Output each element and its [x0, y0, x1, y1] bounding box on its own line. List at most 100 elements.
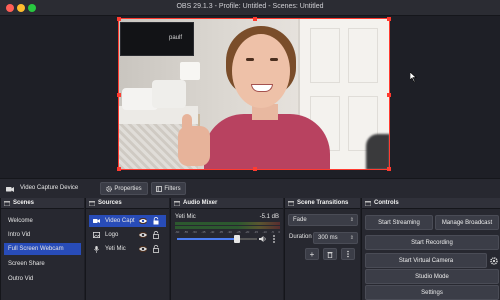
audio-mixer-dock-header: Audio Mixer — [171, 198, 283, 209]
video-person-shirt — [204, 114, 330, 170]
camera-icon — [93, 218, 100, 224]
mixer-level-db: -5.1 dB — [259, 214, 279, 220]
meter-scale-tick: -30 — [227, 230, 232, 234]
visibility-eye-icon[interactable] — [139, 246, 147, 252]
visibility-eye-icon[interactable] — [139, 232, 147, 238]
scene-item-screen-share[interactable]: Screen Share — [4, 258, 81, 270]
meter-scale-tick: -35 — [218, 230, 224, 234]
filters-button[interactable]: Filters — [151, 182, 186, 195]
source-toolbar: Video Capture Device Properties Filters — [0, 178, 500, 198]
source-label: Yeti Mic — [105, 246, 126, 252]
webcam-video-frame[interactable]: paulf — [118, 18, 390, 170]
meter-scale-tick: -15 — [253, 230, 259, 234]
filters-label: Filters — [164, 185, 181, 192]
filter-icon — [156, 185, 163, 192]
transition-type-select[interactable]: Fade ⇕ — [288, 214, 358, 226]
meter-scale-tick: -60 — [175, 230, 180, 234]
lock-icon[interactable] — [153, 217, 159, 225]
more-options-icon[interactable] — [271, 234, 277, 244]
plus-icon: + — [309, 249, 315, 259]
gear-icon — [490, 256, 498, 265]
controls-dock: Controls Start Streaming Manage Broadcas… — [361, 198, 500, 300]
duration-label: Duration — [289, 234, 312, 240]
meter-scale-tick: -40 — [210, 230, 215, 234]
start-virtual-camera-button[interactable]: Start Virtual Camera — [365, 253, 487, 268]
scene-item-welcome[interactable]: Welcome — [4, 215, 81, 227]
volume-meter — [175, 222, 280, 225]
source-item-video-capture[interactable]: Video Capt — [89, 215, 166, 227]
sources-dock-header: Sources — [86, 198, 169, 209]
meter-scale-tick: 0 — [278, 230, 280, 234]
scene-item-outro-vid[interactable]: Outro Vid — [4, 273, 81, 285]
manage-broadcast-button[interactable]: Manage Broadcast — [435, 215, 499, 230]
volume-fader-handle[interactable] — [234, 235, 240, 243]
scene-item-intro-vid[interactable]: Intro Vid — [4, 229, 81, 241]
meter-scale-tick: -20 — [245, 230, 250, 234]
video-lamp — [180, 62, 200, 80]
dock-grip-icon[interactable] — [174, 201, 180, 206]
updown-arrows-icon: ⇕ — [349, 217, 354, 223]
speaker-icon[interactable] — [259, 235, 267, 243]
meter-scale-tick: -50 — [192, 230, 197, 234]
sources-dock: Sources Video Capt Logo Yeti Mic — [85, 198, 169, 300]
virtual-camera-settings-button[interactable] — [489, 253, 499, 268]
scenes-title: Scenes — [13, 200, 35, 206]
controls-title: Controls — [374, 200, 399, 206]
lock-icon[interactable] — [153, 231, 159, 239]
mouse-cursor-icon — [410, 72, 418, 82]
more-options-icon — [346, 250, 350, 258]
gear-icon — [106, 185, 113, 192]
dock-grip-icon[interactable] — [4, 201, 10, 206]
volume-fader-fill — [177, 238, 237, 240]
camera-icon — [6, 185, 14, 193]
remove-transition-button[interactable] — [323, 248, 337, 260]
volume-meter — [175, 226, 280, 229]
image-icon — [93, 232, 100, 238]
sources-title: Sources — [98, 200, 122, 206]
transition-options-button[interactable] — [341, 248, 355, 260]
updown-arrows-icon: ⇕ — [349, 235, 354, 241]
visibility-eye-icon[interactable] — [139, 218, 147, 224]
audio-mixer-dock: Audio Mixer Yeti Mic -5.1 dB -60 -55 -50 -4… — [170, 198, 283, 300]
scene-transitions-dock-header: Scene Transitions — [285, 198, 360, 209]
scene-transitions-title: Scene Transitions — [297, 200, 349, 206]
microphone-icon — [93, 246, 100, 253]
duration-value: 300 ms — [318, 235, 338, 241]
dock-grip-icon[interactable] — [365, 201, 371, 206]
start-recording-button[interactable]: Start Recording — [365, 235, 499, 250]
scene-transitions-dock: Scene Transitions Fade ⇕ Duration 300 ms… — [284, 198, 360, 300]
trash-icon — [327, 251, 333, 258]
studio-mode-button[interactable]: Studio Mode — [365, 269, 499, 284]
source-item-logo[interactable]: Logo — [89, 229, 166, 241]
audio-mixer-title: Audio Mixer — [183, 200, 218, 206]
video-tv: paulf — [120, 22, 194, 56]
dock-grip-icon[interactable] — [89, 201, 95, 206]
scenes-dock-header: Scenes — [1, 198, 84, 209]
scene-item-full-screen-webcam[interactable]: Full Screen Webcam — [4, 243, 81, 255]
add-transition-button[interactable]: + — [305, 248, 319, 260]
selected-source-name: Video Capture Device — [20, 185, 79, 191]
dock-grip-icon[interactable] — [288, 201, 294, 206]
start-streaming-button[interactable]: Start Streaming — [365, 215, 433, 230]
video-microphone — [366, 134, 390, 170]
duration-spinbox[interactable]: 300 ms ⇕ — [313, 232, 358, 244]
lock-icon[interactable] — [153, 245, 159, 253]
source-label: Logo — [105, 232, 119, 238]
controls-dock-header: Controls — [362, 198, 500, 209]
preview-area[interactable]: paulf — [0, 16, 500, 178]
meter-scale-tick: -25 — [236, 230, 241, 234]
transition-type-value: Fade — [293, 217, 307, 223]
settings-button[interactable]: Settings — [365, 285, 499, 300]
tv-logo-text: paulf — [169, 35, 183, 41]
meter-scale-tick: -45 — [201, 230, 206, 234]
window-title: OBS 29.1.3 - Profile: Untitled - Scenes:… — [176, 3, 324, 10]
meter-scale-tick: -55 — [183, 230, 189, 234]
video-person-face — [232, 34, 290, 108]
properties-button[interactable]: Properties — [100, 182, 148, 195]
video-hand — [178, 126, 210, 166]
scenes-dock: Scenes Welcome Intro Vid Full Screen Web… — [0, 198, 84, 300]
properties-label: Properties — [114, 185, 142, 192]
mixer-channel-name: Yeti Mic — [175, 214, 196, 220]
source-item-yeti-mic[interactable]: Yeti Mic — [89, 243, 166, 255]
source-label: Video Capt — [105, 218, 135, 224]
